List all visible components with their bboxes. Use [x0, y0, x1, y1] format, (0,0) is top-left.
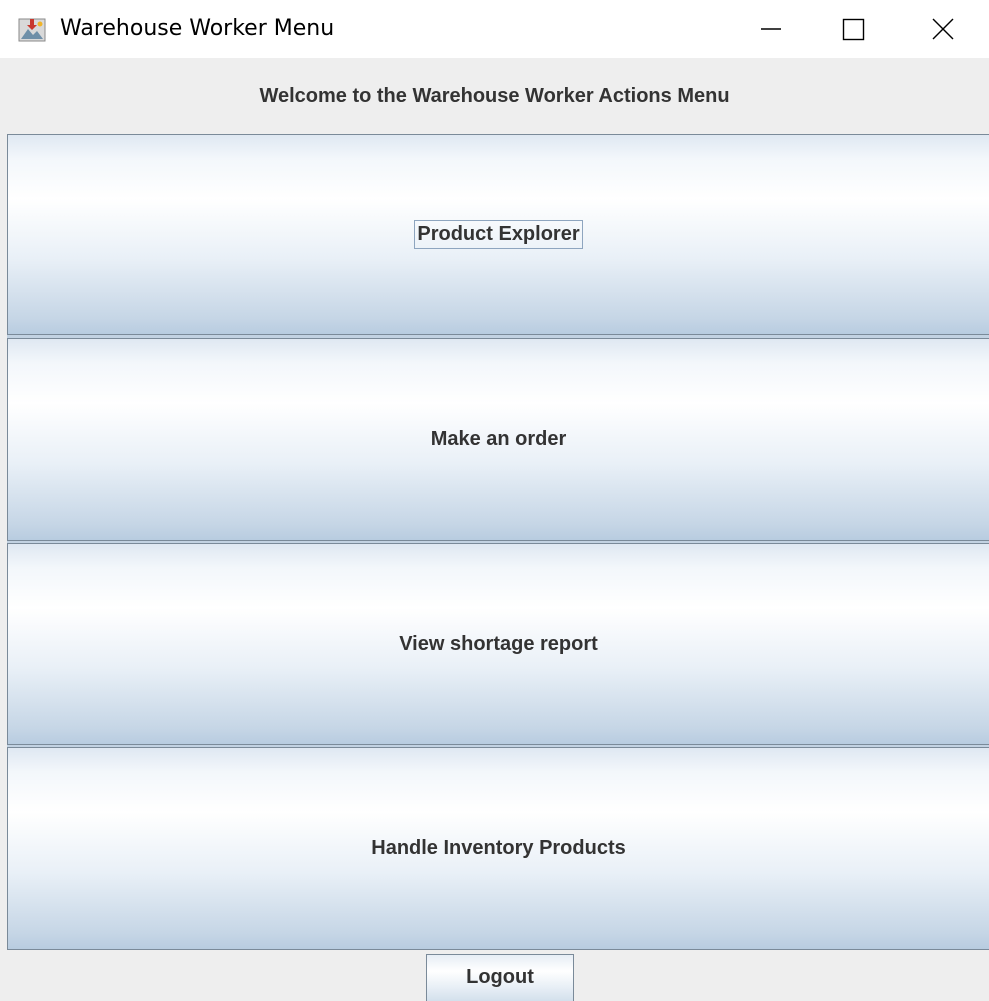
product-explorer-button[interactable]: Product Explorer [7, 134, 989, 335]
maximize-button[interactable] [824, 0, 884, 58]
maximize-icon [842, 18, 865, 41]
close-icon [932, 18, 954, 40]
view-shortage-report-button[interactable]: View shortage report [7, 543, 989, 745]
title-bar[interactable]: Warehouse Worker Menu [0, 0, 989, 58]
make-an-order-label: Make an order [430, 428, 567, 450]
java-app-icon[interactable] [18, 16, 46, 42]
make-an-order-button[interactable]: Make an order [7, 338, 989, 541]
minimize-button[interactable] [741, 0, 801, 58]
minimize-icon [761, 28, 781, 30]
logout-button[interactable]: Logout [426, 954, 574, 1001]
warehouse-worker-menu-window: Warehouse Worker Menu Welcome to the War… [0, 0, 989, 1001]
view-shortage-report-label: View shortage report [399, 632, 598, 655]
close-button[interactable] [913, 0, 973, 58]
handle-inventory-products-button[interactable]: Handle Inventory Products [7, 747, 989, 950]
handle-inventory-products-label: Handle Inventory Products [371, 837, 626, 859]
window-title: Warehouse Worker Menu [60, 16, 335, 41]
product-explorer-label: Product Explorer [414, 220, 583, 249]
welcome-heading: Welcome to the Warehouse Worker Actions … [259, 85, 730, 107]
